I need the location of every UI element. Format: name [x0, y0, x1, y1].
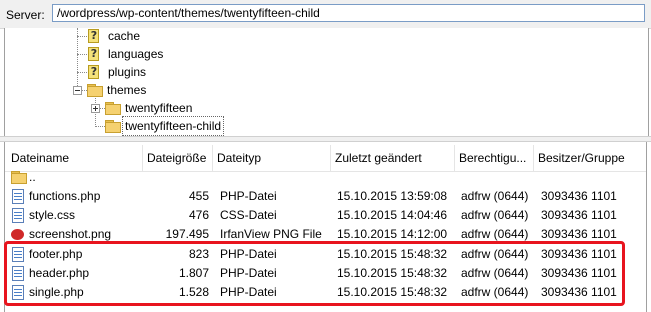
image-file-icon	[11, 227, 25, 242]
file-size: 197.495	[165, 227, 209, 241]
file-type: PHP-Datei	[220, 266, 277, 280]
file-permissions: adfrw (0644)	[461, 285, 529, 299]
file-permissions: adfrw (0644)	[461, 227, 529, 241]
table-row[interactable]: single.php 1.528 PHP-Datei 15.10.2015 15…	[5, 283, 646, 302]
file-name: style.css	[29, 208, 76, 222]
expand-toggle-icon[interactable]	[91, 104, 100, 113]
file-owner: 3093436 1101	[541, 266, 617, 280]
table-row[interactable]: functions.php 455 PHP-Datei 15.10.2015 1…	[5, 187, 646, 206]
collapse-toggle-icon[interactable]	[73, 86, 82, 95]
table-row[interactable]: screenshot.png 197.495 IrfanView PNG Fil…	[5, 225, 646, 244]
file-size: 1.528	[178, 285, 209, 299]
php-file-icon	[11, 189, 25, 204]
tree-item-label: twentyfifteen	[125, 101, 193, 115]
file-type: PHP-Datei	[220, 247, 277, 261]
server-label: Server:	[6, 8, 45, 22]
unknown-folder-icon: ?	[87, 29, 101, 43]
file-modified: 15.10.2015 15:48:32	[337, 247, 448, 261]
php-file-icon	[11, 247, 25, 262]
file-permissions: adfrw (0644)	[461, 266, 529, 280]
file-modified: 15.10.2015 15:48:32	[337, 285, 448, 299]
tree-item-label: twentyfifteen-child	[121, 116, 225, 136]
open-folder-icon	[87, 84, 103, 97]
file-modified: 15.10.2015 14:04:46	[337, 208, 448, 222]
php-file-icon	[11, 285, 25, 300]
server-path-bar: Server: /wordpress/wp-content/themes/twe…	[0, 0, 651, 29]
file-name: header.php	[29, 266, 90, 280]
file-owner: 3093436 1101	[541, 285, 617, 299]
file-name: ..	[29, 170, 36, 184]
server-path-input[interactable]: /wordpress/wp-content/themes/twentyfifte…	[52, 4, 645, 22]
unknown-folder-icon: ?	[87, 47, 101, 61]
tree-item-label: plugins	[108, 65, 147, 79]
tree-item-label: cache	[108, 29, 141, 43]
css-file-icon	[11, 208, 25, 223]
parent-folder-icon	[11, 171, 27, 184]
folder-icon	[105, 102, 121, 115]
file-size: 1.807	[178, 266, 209, 280]
unknown-folder-icon: ?	[87, 65, 101, 79]
remote-directory-tree[interactable]: ? cache ? languages ? plugins themes twe…	[4, 28, 649, 136]
folder-icon	[105, 120, 121, 133]
table-row[interactable]: style.css 476 CSS-Datei 15.10.2015 14:04…	[5, 206, 646, 225]
file-modified: 15.10.2015 15:48:32	[337, 266, 448, 280]
file-type: IrfanView PNG File	[220, 227, 322, 241]
file-permissions: adfrw (0644)	[461, 247, 529, 261]
file-size: 476	[188, 208, 209, 222]
tree-item-label: themes	[107, 83, 147, 97]
file-size: 823	[188, 247, 209, 261]
file-modified: 15.10.2015 13:59:08	[337, 189, 448, 203]
file-type: PHP-Datei	[220, 285, 277, 299]
file-owner: 3093436 1101	[541, 189, 617, 203]
file-modified: 15.10.2015 14:12:00	[337, 227, 448, 241]
list-item-parent[interactable]: ..	[5, 168, 646, 187]
file-owner: 3093436 1101	[541, 227, 617, 241]
table-row[interactable]: header.php 1.807 PHP-Datei 15.10.2015 15…	[5, 264, 646, 283]
remote-file-list[interactable]: Dateiname Dateigröße Dateityp Zuletzt ge…	[4, 142, 647, 312]
file-name: screenshot.png	[29, 227, 112, 241]
file-permissions: adfrw (0644)	[461, 208, 529, 222]
table-row[interactable]: footer.php 823 PHP-Datei 15.10.2015 15:4…	[5, 245, 646, 264]
file-permissions: adfrw (0644)	[461, 189, 529, 203]
file-name: functions.php	[29, 189, 101, 203]
tree-item-label: languages	[108, 47, 164, 61]
file-name: footer.php	[29, 247, 83, 261]
file-owner: 3093436 1101	[541, 208, 617, 222]
file-size: 455	[188, 189, 209, 203]
php-file-icon	[11, 266, 25, 281]
file-name: single.php	[29, 285, 84, 299]
file-owner: 3093436 1101	[541, 247, 617, 261]
file-type: PHP-Datei	[220, 189, 277, 203]
file-type: CSS-Datei	[220, 208, 277, 222]
